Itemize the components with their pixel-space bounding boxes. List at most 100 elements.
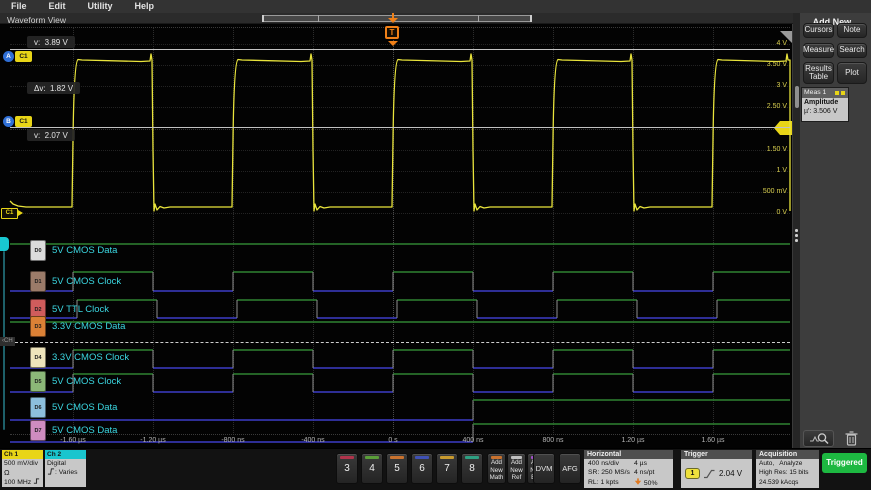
add-new-button-line: New	[508, 467, 525, 475]
menu-utility[interactable]: Utility	[77, 0, 124, 13]
add-new-ref-button[interactable]: AddNewRef	[507, 453, 526, 484]
channel-button-7[interactable]: 7	[436, 453, 458, 484]
digital-label-D2: 5V TTL Clock	[52, 304, 109, 315]
channel1-bandwidth: 100 MHz	[4, 478, 43, 487]
divider-drag-handle-dot[interactable]	[795, 229, 798, 232]
channel-button-4[interactable]: 4	[361, 453, 383, 484]
add-new-math-button[interactable]: AddNewMath	[487, 453, 506, 484]
cursor-a-line[interactable]	[10, 49, 790, 50]
horizontal-setting: SR: 250 MS/s	[588, 468, 634, 477]
menu-edit[interactable]: Edit	[38, 0, 77, 13]
acquisition-panel[interactable]: Acquisition Auto, AnalyzeHigh Res: 15 bi…	[756, 450, 819, 488]
acquisition-title: Acquisition	[756, 450, 819, 459]
rail-button-note[interactable]: Note	[837, 23, 867, 38]
trigger-position-arrow-icon[interactable]	[388, 18, 398, 23]
digital-label-D1: 5V CMOS Clock	[52, 276, 121, 287]
voltage-label: 1 V	[745, 167, 787, 174]
zoom-mode-button[interactable]	[803, 430, 834, 447]
gutter-scrollbar-thumb[interactable]	[795, 86, 799, 108]
channel2-badge[interactable]: Ch 2 Digital : Varies	[45, 450, 86, 487]
rail-button-measure[interactable]: Measure	[803, 43, 834, 58]
rail-button-plot[interactable]: Plot	[837, 62, 867, 84]
channel-button-6[interactable]: 6	[411, 453, 433, 484]
horizontal-setting: 400 ns/div	[588, 459, 634, 468]
channel-color-stripe	[465, 456, 479, 459]
pan-bar-tick	[318, 15, 319, 22]
measurement-badge-body: Amplitude µ′: 3.506 V	[802, 98, 848, 121]
digital-label-D7: 5V CMOS Data	[52, 425, 117, 436]
time-label: 0 s	[369, 437, 417, 444]
digital-label-D5: 5V CMOS Clock	[52, 376, 121, 387]
time-label: 800 ns	[529, 437, 577, 444]
divider-drag-handle-dot[interactable]	[795, 239, 798, 242]
trigger-level: 2.04 V	[719, 469, 742, 478]
threshold-edge-icon	[47, 468, 55, 475]
voltage-label: 500 mV	[745, 188, 787, 195]
trigger-title: Trigger	[681, 450, 752, 459]
time-label: -800 ns	[209, 437, 257, 444]
rail-button-search[interactable]: Search	[837, 43, 867, 58]
digital-badge-D7[interactable]: D7	[30, 420, 46, 441]
channel-button-8[interactable]: 8	[461, 453, 483, 484]
cursor-b-line[interactable]	[10, 127, 790, 128]
channel1-zero-marker[interactable]: C1	[1, 208, 18, 219]
add-new-button-line: Ref	[508, 474, 525, 482]
digital-label-D4: 3.3V CMOS Clock	[52, 352, 129, 363]
channel1-scale: 500 mV/div	[4, 459, 43, 468]
meas-source-square-icon	[841, 91, 845, 95]
digital-badge-D4[interactable]: D4	[30, 347, 46, 368]
trash-icon	[845, 431, 858, 446]
digital-badge-D1[interactable]: D1	[30, 271, 46, 292]
digital-label-D6: 5V CMOS Data	[52, 402, 117, 413]
digital-wave-D6	[10, 400, 790, 420]
measurement-badge[interactable]: Meas 1 Amplitude µ′: 3.506 V	[801, 87, 849, 122]
channel-button-label: 3	[344, 463, 350, 474]
menu-bar: FileEditUtilityHelp	[0, 0, 871, 13]
cursor-b-source-badge[interactable]: C1	[15, 116, 32, 127]
time-label: -1.60 µs	[49, 437, 97, 444]
waveform-canvas	[0, 24, 793, 490]
digital-badge-D3[interactable]: D3	[30, 316, 46, 337]
horizontal-panel[interactable]: Horizontal 400 ns/divSR: 250 MS/sRL: 1 k…	[584, 450, 673, 488]
dvm-button[interactable]: DVM	[533, 453, 555, 484]
measurement-badge-header: Meas 1	[802, 88, 848, 98]
channel-button-3[interactable]: 3	[336, 453, 358, 484]
channel-button-5[interactable]: 5	[386, 453, 408, 484]
menu-file[interactable]: File	[0, 0, 38, 13]
digital-badge-D0[interactable]: D0	[30, 240, 46, 261]
cursor-b-readout: v: 2.07 V	[27, 129, 75, 141]
cursor-b-badge[interactable]: B	[3, 116, 14, 127]
analog-waveform-ch1	[10, 54, 790, 211]
voltage-label: 2.50 V	[745, 103, 787, 110]
voltage-label: 3 V	[745, 82, 787, 89]
trigger-panel[interactable]: Trigger 1 2.04 V	[681, 450, 752, 488]
afg-button[interactable]: AFG	[559, 453, 581, 484]
trigger-flag[interactable]: T	[385, 26, 399, 39]
channel1-badge[interactable]: Ch 1 500 mV/div Ω 100 MHz	[2, 450, 43, 487]
digital-group-separator[interactable]	[10, 342, 790, 343]
add-new-color-stripe	[511, 456, 522, 459]
acquisition-line: High Res: 15 bits	[759, 468, 819, 477]
rail-button-cursors[interactable]: Cursors	[803, 23, 834, 38]
channel-color-stripe	[390, 456, 404, 459]
time-label: 1.20 µs	[609, 437, 657, 444]
channel-color-stripe	[365, 456, 379, 459]
channel2-name: Ch 2	[45, 450, 86, 459]
digital-badge-D5[interactable]: D5	[30, 371, 46, 392]
cursor-a-source-badge[interactable]: C1	[15, 51, 32, 62]
view-title[interactable]: Waveform View	[7, 15, 66, 25]
horizontal-setting: RL: 1 kpts	[588, 478, 634, 487]
trigger-level-arrow-icon[interactable]	[774, 121, 792, 135]
oscilloscope-app: FileEditUtilityHelp Waveform View T A C1…	[0, 0, 871, 490]
divider-drag-handle-dot[interactable]	[795, 234, 798, 237]
pan-bar-tick	[478, 15, 479, 22]
digital-group-tag[interactable]: ‹CH	[0, 337, 15, 346]
horizontal-setting: 50%	[634, 478, 658, 488]
channel2-mode: Digital	[47, 459, 86, 468]
rail-button-results-table[interactable]: Results Table	[803, 62, 834, 84]
digital-badge-D6[interactable]: D6	[30, 397, 46, 418]
digital-group-handle[interactable]	[0, 237, 9, 251]
delete-button[interactable]	[840, 430, 863, 447]
menu-help[interactable]: Help	[124, 0, 166, 13]
cursor-a-badge[interactable]: A	[3, 51, 14, 62]
